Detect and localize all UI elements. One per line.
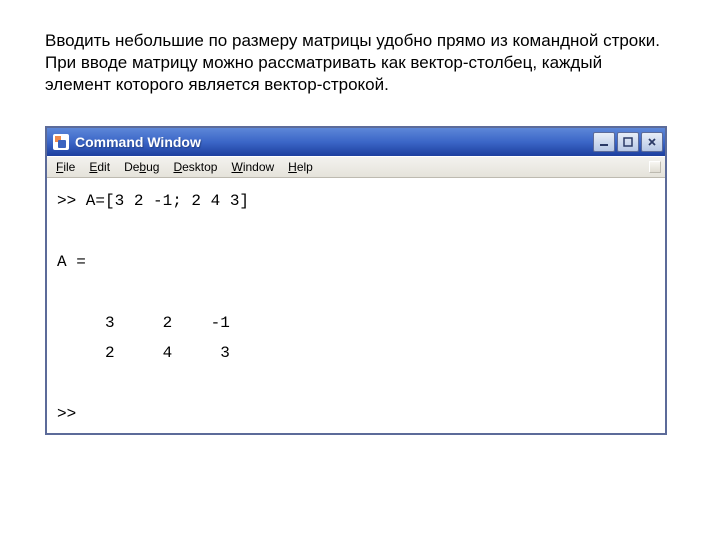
- window-buttons-group: [593, 132, 663, 152]
- minimize-button[interactable]: [593, 132, 615, 152]
- close-button[interactable]: [641, 132, 663, 152]
- menu-item-desktop[interactable]: Desktop: [166, 158, 224, 176]
- menu-item-debug[interactable]: Debug: [117, 158, 166, 176]
- menu-item-file[interactable]: File: [49, 158, 82, 176]
- app-icon: [53, 134, 69, 150]
- console-area[interactable]: >> A=[3 2 -1; 2 4 3] A = 3 2 -1 2 4 3 >>: [47, 178, 665, 433]
- command-window: Command Window: [45, 126, 667, 435]
- window-title: Command Window: [75, 134, 593, 150]
- title-bar: Command Window: [47, 128, 665, 156]
- maximize-button[interactable]: [617, 132, 639, 152]
- menu-item-edit[interactable]: Edit: [82, 158, 117, 176]
- close-icon: [647, 137, 657, 147]
- intro-paragraph: Вводить небольшие по размеру матрицы удо…: [45, 30, 665, 96]
- minimize-icon: [599, 137, 609, 147]
- menu-item-window[interactable]: Window: [224, 158, 281, 176]
- menu-bar: File Edit Debug Desktop Window Help: [47, 156, 665, 178]
- maximize-icon: [623, 137, 633, 147]
- menu-item-help[interactable]: Help: [281, 158, 320, 176]
